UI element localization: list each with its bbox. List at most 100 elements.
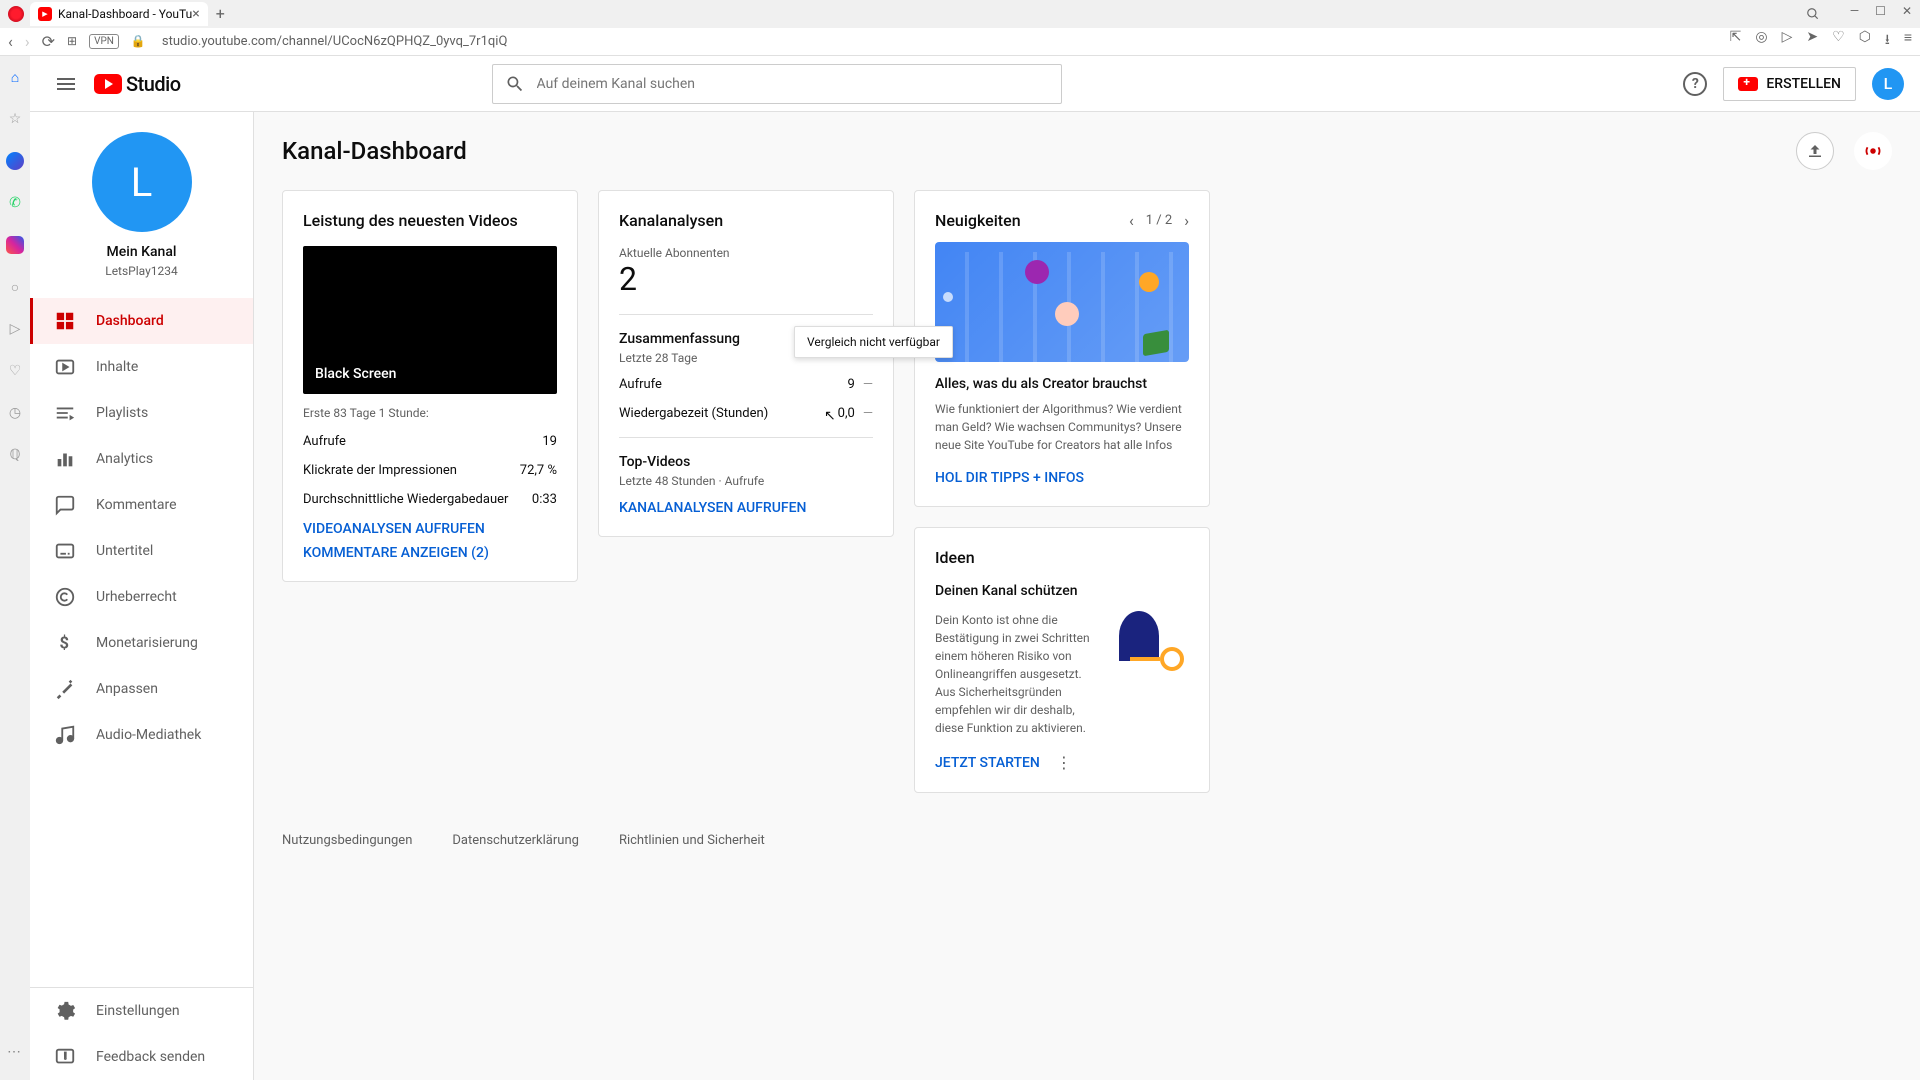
footer-privacy[interactable]: Datenschutzerklärung xyxy=(452,833,579,848)
search-box[interactable] xyxy=(492,64,1062,104)
news-body: Wie funktioniert der Algorithmus? Wie ve… xyxy=(935,400,1189,454)
menu-icon[interactable]: ≡ xyxy=(1904,29,1912,53)
footer-policy[interactable]: Richtlinien und Sicherheit xyxy=(619,833,765,848)
nav-kommentare[interactable]: Kommentare xyxy=(30,482,253,528)
nav-urheberrecht[interactable]: Urheberrecht xyxy=(30,574,253,620)
back-icon[interactable]: ‹ xyxy=(8,32,13,51)
stat-value: 19 xyxy=(542,434,557,449)
maximize-icon[interactable]: ☐ xyxy=(1875,4,1886,18)
heart-sidebar-icon[interactable]: ♡ xyxy=(6,362,24,380)
nav-label: Feedback senden xyxy=(96,1049,205,1065)
cube-icon[interactable]: ⬡ xyxy=(1859,29,1871,53)
create-icon xyxy=(1738,77,1758,91)
share-icon[interactable]: ⇱ xyxy=(1730,29,1742,53)
nav-label: Urheberrecht xyxy=(96,589,177,605)
channel-handle: LetsPlay1234 xyxy=(50,264,233,278)
forward-icon: › xyxy=(25,32,30,51)
opera-sidebar: ⌂ ☆ ✆ ○ ▷ ♡ ◷ ℚ ⋯ xyxy=(0,56,30,1080)
nav-monetarisierung[interactable]: $ Monetarisierung xyxy=(30,620,253,666)
play-icon[interactable]: ▷ xyxy=(6,320,24,338)
video-thumbnail[interactable]: Black Screen xyxy=(303,246,557,394)
send-icon[interactable]: ➤ xyxy=(1806,29,1818,53)
mouse-cursor-icon: ↖ xyxy=(824,408,836,424)
bookmark-icon[interactable]: ▷ xyxy=(1782,29,1793,53)
tab-close-icon[interactable]: × xyxy=(192,6,199,22)
audio-icon xyxy=(54,724,76,746)
logo-text: Studio xyxy=(126,72,181,96)
ideas-title: Deinen Kanal schützen xyxy=(935,583,1189,599)
video-meta: Erste 83 Tage 1 Stunde: xyxy=(303,406,557,420)
stat-value: 0,0 xyxy=(838,406,855,421)
messenger-icon[interactable] xyxy=(6,152,24,170)
ideas-more-icon[interactable]: ⋮ xyxy=(1056,753,1072,772)
new-tab-button[interactable]: + xyxy=(216,4,225,23)
stat-row: Klickrate der Impressionen 72,7 % xyxy=(303,463,557,478)
hamburger-menu-button[interactable] xyxy=(46,64,86,104)
nav-untertitel[interactable]: Untertitel xyxy=(30,528,253,574)
news-image xyxy=(935,242,1189,362)
create-label: ERSTELLEN xyxy=(1766,76,1841,92)
more-icon[interactable]: ⋯ xyxy=(7,1044,23,1060)
news-next-icon[interactable]: › xyxy=(1184,211,1189,230)
browser-search-icon[interactable] xyxy=(1806,6,1820,25)
nav-anpassen[interactable]: Anpassen xyxy=(30,666,253,712)
channel-avatar[interactable]: L xyxy=(92,132,192,232)
search-input[interactable] xyxy=(537,76,1049,92)
download-icon[interactable]: ⭳ xyxy=(1885,29,1890,53)
whatsapp-icon[interactable]: ✆ xyxy=(6,194,24,212)
footer-terms[interactable]: Nutzungsbedingungen xyxy=(282,833,412,848)
circle-icon[interactable]: ○ xyxy=(6,278,24,296)
news-prev-icon[interactable]: ‹ xyxy=(1129,211,1134,230)
video-comments-link[interactable]: KOMMENTARE ANZEIGEN (2) xyxy=(303,545,557,561)
stat-value: 0:33 xyxy=(532,492,557,507)
minimize-icon[interactable]: — xyxy=(1850,4,1859,18)
news-title: Alles, was du als Creator brauchst xyxy=(935,376,1189,392)
studio-logo[interactable]: Studio xyxy=(94,72,181,96)
upload-button[interactable] xyxy=(1796,132,1834,170)
grid-icon[interactable]: ⊞ xyxy=(67,34,77,48)
create-button[interactable]: ERSTELLEN xyxy=(1723,67,1856,101)
go-live-button[interactable] xyxy=(1854,132,1892,170)
top-videos-period: Letzte 48 Stunden · Aufrufe xyxy=(619,474,873,488)
home-icon[interactable]: ⌂ xyxy=(6,68,24,86)
help-button[interactable]: ? xyxy=(1683,72,1707,96)
trend-icon: — xyxy=(863,377,873,392)
star-icon[interactable]: ☆ xyxy=(6,110,24,128)
nav-dashboard[interactable]: Dashboard xyxy=(30,298,253,344)
nav-label: Kommentare xyxy=(96,497,177,513)
lock-icon[interactable]: 🔒 xyxy=(131,34,146,48)
vpn-badge[interactable]: VPN xyxy=(89,34,119,49)
svg-text:!: ! xyxy=(64,1052,66,1062)
clock-icon[interactable]: ◷ xyxy=(6,404,24,422)
nav-audio[interactable]: Audio-Mediathek xyxy=(30,712,253,758)
nav-einstellungen[interactable]: Einstellungen xyxy=(30,988,253,1034)
opera-logo-icon[interactable] xyxy=(8,6,24,22)
close-window-icon[interactable]: ✕ xyxy=(1902,4,1912,18)
content-icon xyxy=(54,356,76,378)
ideas-link[interactable]: JETZT STARTEN xyxy=(935,755,1040,771)
nav-analytics[interactable]: Analytics xyxy=(30,436,253,482)
browser-tab[interactable]: Kanal-Dashboard - YouTu × xyxy=(30,2,208,26)
feedback-icon: ! xyxy=(54,1046,76,1068)
bulb-icon[interactable]: ℚ xyxy=(6,446,24,464)
url-text[interactable]: studio.youtube.com/channel/UCocN6zQPHQZ_… xyxy=(158,34,1718,49)
user-avatar[interactable]: L xyxy=(1872,68,1904,100)
footer-links: Nutzungsbedingungen Datenschutzerklärung… xyxy=(282,833,1892,848)
heart-icon[interactable]: ♡ xyxy=(1832,29,1845,53)
instagram-icon[interactable] xyxy=(6,236,24,254)
url-bar: ‹ › ⟳ ⊞ VPN 🔒 studio.youtube.com/channel… xyxy=(0,28,1920,56)
video-analytics-link[interactable]: VIDEOANALYSEN AUFRUFEN xyxy=(303,521,557,537)
subs-value: 2 xyxy=(619,260,873,298)
page-title: Kanal-Dashboard xyxy=(282,137,467,165)
channel-analytics-link[interactable]: KANALANALYSEN AUFRUFEN xyxy=(619,500,873,516)
camera-icon[interactable]: ◎ xyxy=(1755,29,1767,53)
reload-icon[interactable]: ⟳ xyxy=(42,32,55,51)
news-pagination: 1 / 2 xyxy=(1146,213,1172,228)
nav-feedback[interactable]: ! Feedback senden xyxy=(30,1034,253,1080)
nav-label: Monetarisierung xyxy=(96,635,198,651)
nav-inhalte[interactable]: Inhalte xyxy=(30,344,253,390)
news-link[interactable]: HOL DIR TIPPS + INFOS xyxy=(935,470,1189,486)
nav-playlists[interactable]: Playlists xyxy=(30,390,253,436)
channel-info: L Mein Kanal LetsPlay1234 xyxy=(30,112,253,298)
card-title: Ideen xyxy=(935,548,1189,567)
